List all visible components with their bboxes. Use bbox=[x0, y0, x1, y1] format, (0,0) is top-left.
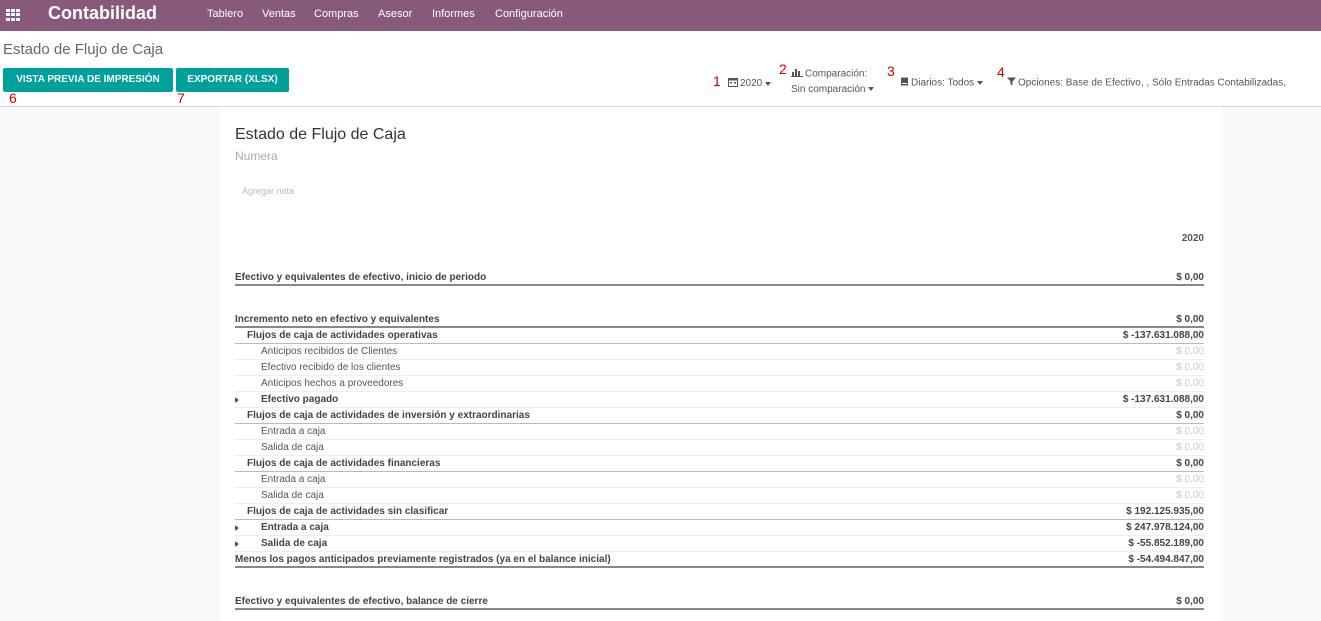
row-value: $ 0,00 bbox=[1176, 314, 1204, 325]
date-filter[interactable]: 2020 bbox=[728, 77, 772, 90]
row-value: $ -55.852.189,00 bbox=[1128, 538, 1204, 549]
menu-compras[interactable]: Compras bbox=[314, 8, 359, 20]
print-preview-button[interactable]: VISTA PREVIA DE IMPRESIÓN bbox=[3, 68, 173, 92]
table-row[interactable]: Menos los pagos anticipados previamente … bbox=[235, 552, 1204, 568]
row-value: $ 0,00 bbox=[1176, 426, 1204, 437]
column-header-year: 2020 bbox=[1181, 233, 1204, 244]
row-label: Menos los pagos anticipados previamente … bbox=[235, 554, 611, 565]
row-value: $ -137.631.088,00 bbox=[1122, 394, 1204, 405]
row-label: Entrada a caja bbox=[261, 522, 329, 533]
row-label: Flujos de caja de actividades sin clasif… bbox=[247, 506, 449, 517]
table-row[interactable]: Efectivo pagado $ -137.631.088,00 bbox=[235, 392, 1204, 408]
table-row[interactable]: Efectivo y equivalentes de efectivo, ini… bbox=[235, 270, 1204, 286]
callout-3: 3 bbox=[887, 63, 895, 79]
app-brand[interactable]: Contabilidad bbox=[48, 3, 157, 24]
options-filter[interactable]: Opciones: Base de Efectivo, , Sólo Entra… bbox=[1007, 77, 1286, 89]
table-row[interactable]: Efectivo recibido de los clientes $ 0,00 bbox=[235, 360, 1204, 376]
menu-tablero[interactable]: Tablero bbox=[207, 8, 243, 20]
row-value: $ 0,00 bbox=[1176, 490, 1204, 501]
breadcrumb: Estado de Flujo de Caja bbox=[3, 41, 164, 58]
callout-4: 4 bbox=[997, 64, 1005, 80]
calendar-icon bbox=[728, 77, 738, 90]
row-label: Efectivo y equivalentes de efectivo, ini… bbox=[235, 272, 487, 283]
comparison-label: Comparación: bbox=[805, 68, 868, 80]
row-label: Flujos de caja de actividades de inversi… bbox=[247, 410, 530, 421]
apps-menu-icon[interactable] bbox=[6, 9, 20, 21]
comparison-value[interactable]: Sin comparación bbox=[791, 84, 875, 95]
menu-ventas[interactable]: Ventas bbox=[262, 8, 296, 20]
menu-asesor[interactable]: Asesor bbox=[378, 8, 412, 20]
row-value: $ -54.494.847,00 bbox=[1128, 554, 1204, 565]
expand-caret-icon[interactable] bbox=[235, 525, 239, 531]
table-row[interactable]: Incremento neto en efectivo y equivalent… bbox=[235, 312, 1204, 328]
row-label: Salida de caja bbox=[261, 538, 328, 549]
row-value: $ 0,00 bbox=[1176, 596, 1204, 607]
expand-caret-icon[interactable] bbox=[235, 541, 239, 547]
row-label: Salida de caja bbox=[261, 490, 324, 501]
table-row[interactable]: Entrada a caja $ 0,00 bbox=[235, 472, 1204, 488]
top-navbar: Contabilidad Tablero Ventas Compras Ases… bbox=[0, 0, 1321, 31]
row-label: Efectivo recibido de los clientes bbox=[261, 362, 401, 373]
journals-filter-label: Diarios: Todos bbox=[911, 77, 975, 89]
row-label: Anticipos hechos a proveedores bbox=[261, 378, 404, 389]
report-title: Estado de Flujo de Caja bbox=[235, 126, 406, 143]
table-row[interactable]: Entrada a caja $ 0,00 bbox=[235, 424, 1204, 440]
row-label: Flujos de caja de actividades operativas bbox=[247, 330, 438, 341]
row-value: $ 0,00 bbox=[1176, 474, 1204, 485]
add-note[interactable]: Agregar nota bbox=[242, 186, 294, 196]
callout-6: 6 bbox=[9, 90, 17, 106]
row-label: Efectivo pagado bbox=[261, 394, 339, 405]
comparison-filter[interactable]: Comparación: bbox=[791, 68, 867, 80]
row-value: $ 0,00 bbox=[1176, 442, 1204, 453]
row-value: $ 0,00 bbox=[1176, 378, 1204, 389]
row-label: Entrada a caja bbox=[261, 474, 326, 485]
bar-chart-icon bbox=[791, 68, 803, 80]
row-value: $ 0,00 bbox=[1176, 362, 1204, 373]
report-sheet: Estado de Flujo de Caja Numera Agregar n… bbox=[220, 107, 1221, 621]
table-row[interactable]: Salida de caja $ 0,00 bbox=[235, 488, 1204, 504]
report-subtitle: Numera bbox=[235, 149, 278, 163]
row-label: Incremento neto en efectivo y equivalent… bbox=[235, 314, 440, 325]
row-value: $ 0,00 bbox=[1176, 272, 1204, 283]
book-icon bbox=[900, 77, 909, 89]
table-row[interactable]: Anticipos recibidos de Clientes $ 0,00 bbox=[235, 344, 1204, 360]
row-value: $ -137.631.088,00 bbox=[1122, 330, 1204, 341]
callout-7: 7 bbox=[177, 90, 185, 106]
table-row[interactable]: Salida de caja $ 0,00 bbox=[235, 440, 1204, 456]
chevron-down-icon bbox=[765, 81, 772, 86]
table-row[interactable]: Salida de caja $ -55.852.189,00 bbox=[235, 536, 1204, 552]
export-xlsx-button[interactable]: EXPORTAR (XLSX) bbox=[176, 68, 289, 92]
menu-configuracion[interactable]: Configuración bbox=[495, 8, 563, 20]
row-label: Anticipos recibidos de Clientes bbox=[261, 346, 398, 357]
row-label: Salida de caja bbox=[261, 442, 324, 453]
expand-caret-icon[interactable] bbox=[235, 397, 239, 403]
callout-1: 1 bbox=[713, 73, 721, 89]
filter-icon bbox=[1007, 77, 1016, 89]
row-label: Efectivo y equivalentes de efectivo, bal… bbox=[235, 596, 488, 607]
date-filter-label: 2020 bbox=[740, 78, 763, 90]
row-value: $ 0,00 bbox=[1176, 346, 1204, 357]
journals-filter[interactable]: Diarios: Todos bbox=[900, 77, 984, 89]
row-label: Entrada a caja bbox=[261, 426, 326, 437]
control-panel: Estado de Flujo de Caja VISTA PREVIA DE … bbox=[0, 31, 1321, 107]
menu-informes[interactable]: Informes bbox=[432, 8, 475, 20]
row-label: Flujos de caja de actividades financiera… bbox=[247, 458, 441, 469]
table-row[interactable]: Flujos de caja de actividades sin clasif… bbox=[235, 504, 1204, 520]
comparison-value-label: Sin comparación bbox=[791, 84, 866, 95]
table-row[interactable]: Efectivo y equivalentes de efectivo, bal… bbox=[235, 594, 1204, 610]
chevron-down-icon bbox=[868, 87, 875, 92]
row-value: $ 247.978.124,00 bbox=[1126, 522, 1204, 533]
table-row[interactable]: Anticipos hechos a proveedores $ 0,00 bbox=[235, 376, 1204, 392]
options-filter-label: Opciones: Base de Efectivo, , Sólo Entra… bbox=[1018, 77, 1286, 89]
table-row[interactable]: Flujos de caja de actividades de inversi… bbox=[235, 408, 1204, 424]
table-row[interactable]: Entrada a caja $ 247.978.124,00 bbox=[235, 520, 1204, 536]
row-value: $ 0,00 bbox=[1176, 458, 1204, 469]
row-value: $ 0,00 bbox=[1176, 410, 1204, 421]
callout-2: 2 bbox=[779, 61, 787, 77]
row-value: $ 192.125.935,00 bbox=[1126, 506, 1204, 517]
table-row[interactable]: Flujos de caja de actividades operativas… bbox=[235, 328, 1204, 344]
chevron-down-icon bbox=[977, 81, 984, 85]
table-row[interactable]: Flujos de caja de actividades financiera… bbox=[235, 456, 1204, 472]
